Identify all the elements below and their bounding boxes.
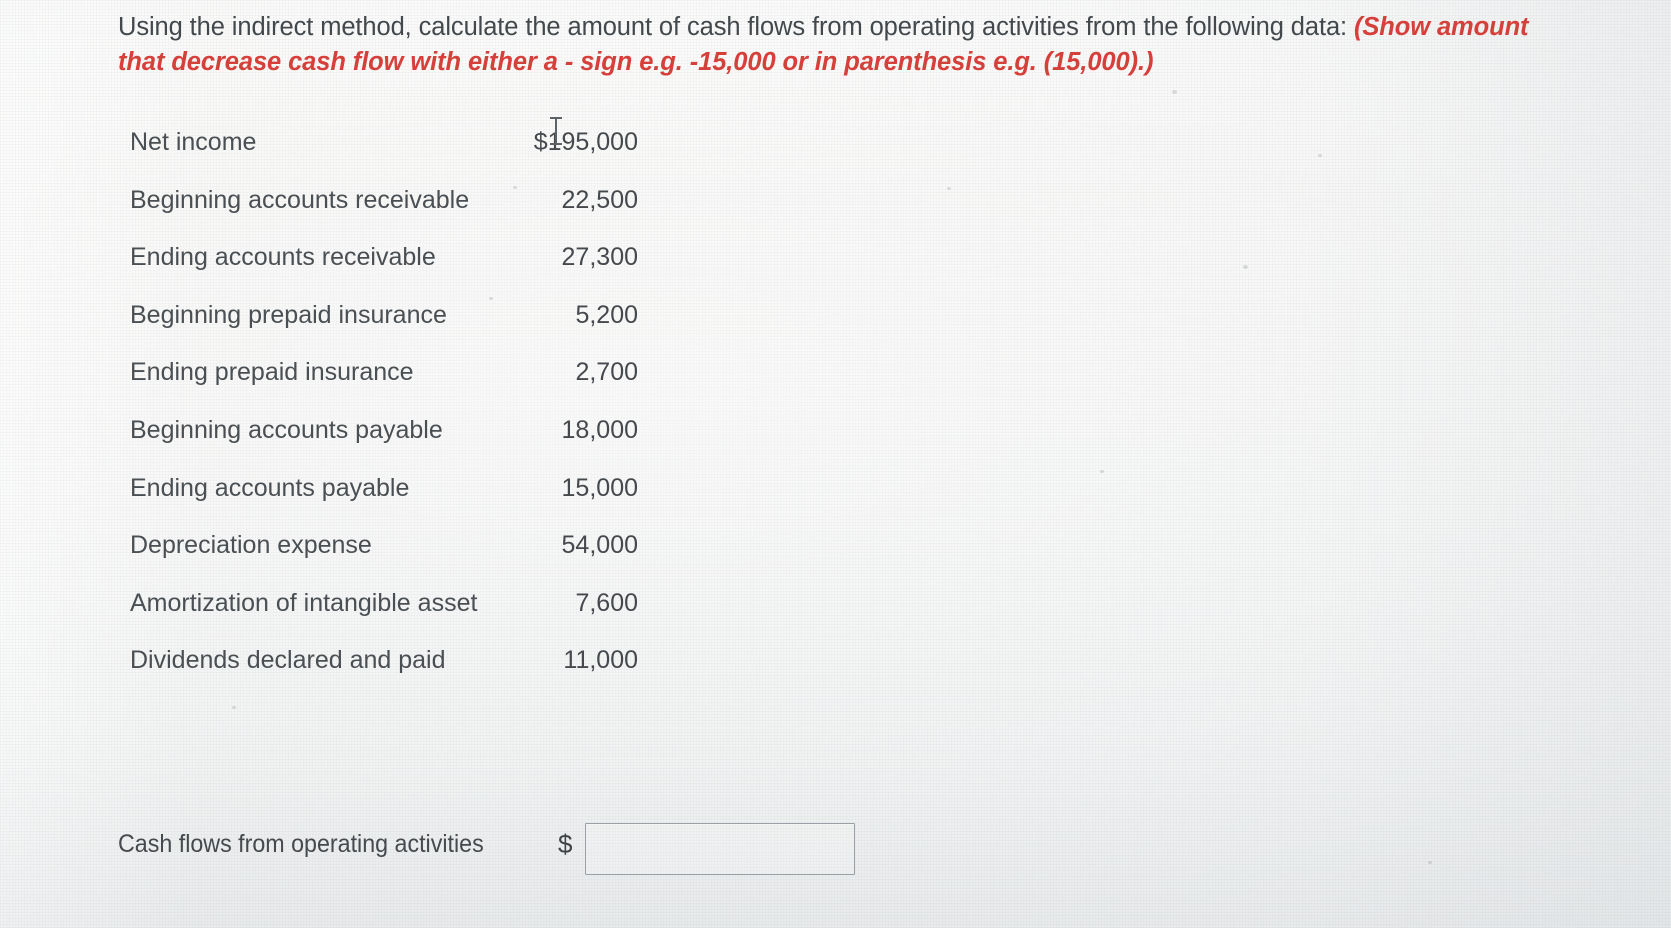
table-row: Ending accounts receivable 27,300 — [118, 235, 638, 293]
dust-speck — [232, 706, 236, 709]
dust-speck — [1318, 154, 1322, 157]
question-prompt-body: Using the indirect method, calculate the… — [118, 13, 1354, 41]
table-row: Ending accounts payable 15,000 — [118, 466, 638, 524]
row-value: 11,000 — [563, 646, 638, 675]
row-value: 27,300 — [561, 243, 638, 272]
currency-symbol: $ — [558, 829, 573, 859]
table-row: Depreciation expense 54,000 — [118, 523, 638, 581]
row-value: $195,000 — [533, 128, 638, 156]
row-value: 22,500 — [561, 185, 638, 214]
dust-speck — [947, 187, 951, 190]
table-row: Net income $195,000 — [118, 120, 638, 178]
answer-row: Cash flows from operating activities $ — [118, 818, 878, 880]
table-row: Beginning accounts receivable 22,500 — [118, 178, 638, 236]
row-label: Beginning accounts payable — [130, 415, 443, 444]
row-value: 15,000 — [561, 473, 638, 502]
dust-speck — [1172, 90, 1177, 94]
dust-speck — [1100, 470, 1104, 473]
row-value: 2,700 — [575, 358, 638, 387]
row-label: Depreciation expense — [130, 531, 372, 560]
dust-speck — [1428, 861, 1432, 864]
table-row: Beginning accounts payable 18,000 — [118, 408, 638, 466]
answer-label: Cash flows from operating activities — [118, 830, 484, 858]
row-label: Dividends declared and paid — [130, 646, 446, 675]
row-label: Beginning prepaid insurance — [130, 300, 447, 329]
table-row: Amortization of intangible asset 7,600 — [118, 581, 638, 639]
row-value: 7,600 — [575, 588, 638, 617]
given-data-table: Net income $195,000 Beginning accounts rec… — [118, 120, 638, 696]
cash-flows-answer-input[interactable] — [585, 823, 855, 875]
row-label: Net income — [130, 128, 257, 156]
row-label: Ending accounts payable — [130, 473, 410, 502]
table-row: Beginning prepaid insurance 5,200 — [118, 293, 638, 351]
row-value: 18,000 — [561, 415, 638, 444]
worksheet-page: Using the indirect method, calculate the… — [0, 0, 1671, 928]
row-label: Ending accounts receivable — [130, 243, 436, 272]
table-row: Ending prepaid insurance 2,700 — [118, 350, 638, 408]
question-prompt: Using the indirect method, calculate the… — [118, 10, 1538, 80]
dust-speck — [1243, 265, 1248, 269]
table-row: Dividends declared and paid 11,000 — [118, 638, 638, 696]
row-label: Ending prepaid insurance — [130, 358, 414, 387]
row-value: 5,200 — [575, 300, 638, 329]
row-value: 54,000 — [561, 531, 638, 560]
